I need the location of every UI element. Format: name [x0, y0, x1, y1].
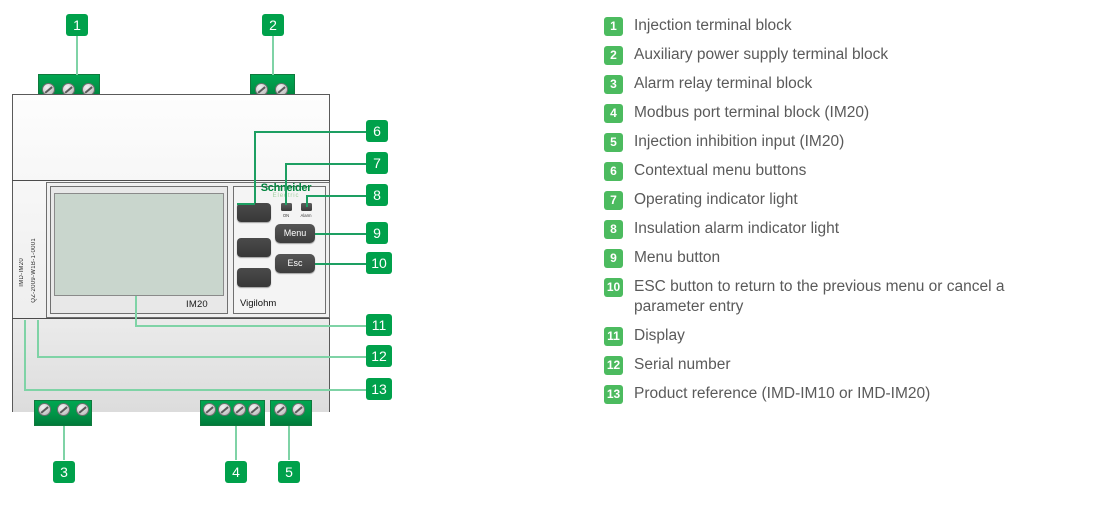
callout-badge-8: 8 — [366, 184, 388, 206]
legend-badge: 4 — [604, 104, 623, 123]
legend-badge: 8 — [604, 220, 623, 239]
leader-line-9 — [315, 233, 366, 235]
leader-line-10 — [315, 263, 366, 265]
legend-item: 13 Product reference (IMD-IM10 or IMD-IM… — [604, 384, 1074, 404]
legend-item: 3 Alarm relay terminal block — [604, 74, 1074, 94]
led-alarm-label: Alarm — [300, 213, 312, 218]
legend-label: Display — [634, 327, 685, 344]
legend-label: Alarm relay terminal block — [634, 75, 813, 92]
legend-item: 10 ESC button to return to the previous … — [604, 277, 1074, 317]
leader-line-8-horizontal — [306, 195, 366, 197]
display-model-label: IM20 — [186, 299, 208, 310]
legend-badge: 12 — [604, 356, 623, 375]
terminal-screw — [203, 403, 216, 416]
legend-label: ESC button to return to the previous men… — [634, 278, 1005, 315]
legend-label: Serial number — [634, 356, 731, 373]
contextual-menu-button-1[interactable] — [237, 203, 271, 222]
legend-item: 4 Modbus port terminal block (IM20) — [604, 103, 1074, 123]
legend-item: 9 Menu button — [604, 248, 1074, 268]
legend-item: 7 Operating indicator light — [604, 190, 1074, 210]
leader-line-13-vertical — [24, 320, 26, 390]
leader-line-7-vertical — [285, 163, 287, 205]
legend-badge: 6 — [604, 162, 623, 181]
product-reference-label: IMD-IM20 — [19, 258, 25, 287]
leader-line-1 — [76, 35, 78, 75]
menu-button[interactable]: Menu — [275, 224, 315, 243]
callout-badge-13: 13 — [366, 378, 392, 400]
leader-line-7-horizontal — [285, 163, 366, 165]
leader-line-12-horizontal — [37, 356, 366, 358]
callout-badge-2: 2 — [262, 14, 284, 36]
callout-badge-12: 12 — [366, 345, 392, 367]
legend-item: 12 Serial number — [604, 355, 1074, 375]
callout-badge-7: 7 — [366, 152, 388, 174]
terminal-screw — [76, 403, 89, 416]
leader-line-8-vertical — [306, 195, 308, 207]
legend-item: 6 Contextual menu buttons — [604, 161, 1074, 181]
product-family-label: Vigilohm — [240, 298, 277, 309]
legend-label: Auxiliary power supply terminal block — [634, 46, 889, 63]
callout-badge-4: 4 — [225, 461, 247, 483]
legend-label: Product reference (IMD-IM10 or IMD-IM20) — [634, 385, 931, 402]
leader-line-12-vertical — [37, 320, 39, 357]
esc-button[interactable]: Esc — [275, 254, 315, 273]
legend-label: Modbus port terminal block (IM20) — [634, 104, 870, 121]
legend-label: Injection terminal block — [634, 17, 792, 34]
legend-item: 11 Display — [604, 326, 1074, 346]
callout-badge-3: 3 — [53, 461, 75, 483]
leader-line-4 — [235, 426, 237, 460]
legend-item: 1 Injection terminal block — [604, 16, 1074, 36]
terminal-screw — [292, 403, 305, 416]
lcd-display — [54, 193, 224, 296]
terminal-screw — [218, 403, 231, 416]
housing-lower-section — [12, 318, 330, 412]
callout-badge-9: 9 — [366, 222, 388, 244]
legend-badge: 7 — [604, 191, 623, 210]
contextual-menu-button-2[interactable] — [237, 238, 271, 257]
callout-badge-1: 1 — [66, 14, 88, 36]
legend-item: 2 Auxiliary power supply terminal block — [604, 45, 1074, 65]
terminal-screw — [57, 403, 70, 416]
housing-divider-lower — [12, 318, 330, 319]
housing-divider — [12, 180, 330, 181]
legend-label: Injection inhibition input (IM20) — [634, 133, 845, 150]
legend-badge: 10 — [604, 278, 623, 297]
device-diagram: IM20 Schneider Electric ON Alarm Menu Es… — [0, 0, 600, 512]
legend-label: Insulation alarm indicator light — [634, 220, 840, 237]
legend-item: 5 Injection inhibition input (IM20) — [604, 132, 1074, 152]
legend-badge: 1 — [604, 17, 623, 36]
legend-badge: 11 — [604, 327, 623, 346]
leader-line-11-horizontal — [135, 325, 366, 327]
legend-label: Menu button — [634, 249, 721, 266]
legend-item: 8 Insulation alarm indicator light — [604, 219, 1074, 239]
callout-badge-5: 5 — [278, 461, 300, 483]
legend-badge: 3 — [604, 75, 623, 94]
led-on-label: ON — [282, 213, 290, 218]
legend-badge: 5 — [604, 133, 623, 152]
leader-line-6-stub — [237, 203, 255, 205]
serial-number-label: QZ-2009-W1B-1-0001 — [31, 238, 37, 303]
callout-badge-6: 6 — [366, 120, 388, 142]
terminal-screw — [274, 403, 287, 416]
legend-list: 1 Injection terminal block 2 Auxiliary p… — [604, 16, 1074, 413]
legend-label: Contextual menu buttons — [634, 162, 807, 179]
terminal-screw — [38, 403, 51, 416]
legend-label: Operating indicator light — [634, 191, 798, 208]
leader-line-3 — [63, 426, 65, 460]
callout-badge-10: 10 — [366, 252, 392, 274]
leader-line-13-horizontal — [24, 389, 366, 391]
leader-line-6-vertical — [254, 131, 256, 203]
legend-badge: 9 — [604, 249, 623, 268]
leader-line-6-horizontal — [254, 131, 366, 133]
legend-badge: 13 — [604, 385, 623, 404]
legend-badge: 2 — [604, 46, 623, 65]
terminal-screw — [248, 403, 261, 416]
contextual-menu-button-3[interactable] — [237, 268, 271, 287]
terminal-screw — [233, 403, 246, 416]
leader-line-11-vertical — [135, 296, 137, 326]
leader-line-5 — [288, 426, 290, 460]
callout-badge-11: 11 — [366, 314, 392, 336]
leader-line-2 — [272, 35, 274, 75]
